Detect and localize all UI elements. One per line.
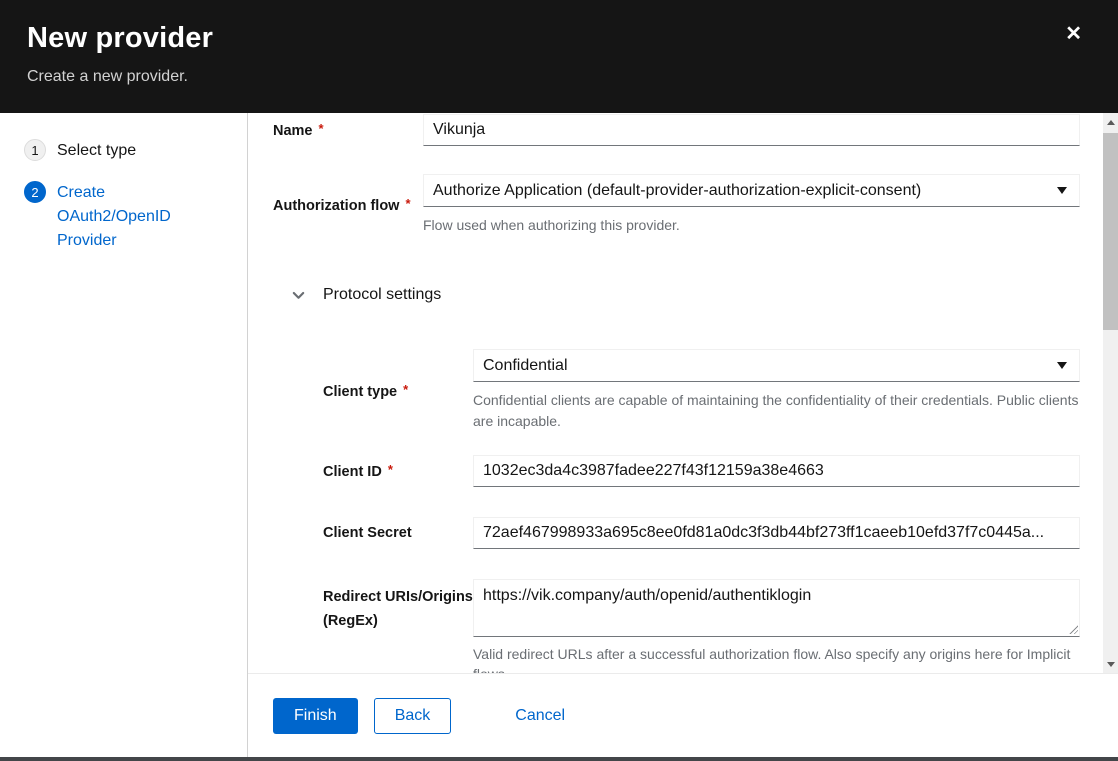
redirect-uris-textarea[interactable]: https://vik.company/auth/openid/authenti… (473, 579, 1080, 637)
redirect-uris-help: Valid redirect URLs after a successful a… (473, 644, 1080, 673)
redirect-uris-field-row: Redirect URIs/Origins (RegEx) https://vi… (248, 579, 1118, 673)
protocol-settings-section: Client type * Confidential Confidential c… (248, 349, 1118, 673)
caret-down-icon (1057, 187, 1067, 194)
redirect-uris-label: Redirect URIs/Origins (RegEx) (323, 579, 473, 633)
provider-form: Name * Authorization flow * Authorize Appl… (248, 113, 1118, 673)
client-secret-label: Client Secret (323, 521, 473, 545)
modal-subtitle: Create a new provider. (27, 68, 1090, 86)
close-icon[interactable]: ✕ (1065, 24, 1082, 44)
label-text: Authorization flow (273, 198, 399, 214)
cancel-button[interactable]: Cancel (511, 698, 569, 734)
selected-option-text: Authorize Application (default-provider-… (433, 182, 921, 200)
required-asterisk: * (319, 121, 324, 136)
wizard-content-pane: Name * Authorization flow * Authorize Appl… (248, 113, 1118, 757)
wizard-sidebar: 1 Select type 2 Create OAuth2/OpenID Pro… (0, 113, 248, 757)
client-secret-input[interactable] (473, 517, 1080, 549)
client-type-help: Confidential clients are capable of main… (473, 390, 1080, 432)
name-field-row: Name * (248, 114, 1118, 146)
client-secret-field-row: Client Secret (248, 517, 1118, 549)
wizard-step-select-type[interactable]: 1 Select type (24, 139, 237, 163)
modal-header: New provider Create a new provider. ✕ (0, 0, 1118, 113)
label-text: Client Secret (323, 525, 412, 541)
authorization-flow-field-row: Authorization flow * Authorize Applicatio… (248, 174, 1118, 236)
modal-body: 1 Select type 2 Create OAuth2/OpenID Pro… (0, 113, 1118, 757)
client-type-select[interactable]: Confidential (473, 349, 1080, 382)
name-label: Name * (273, 117, 423, 143)
modal-footer: Finish Back Cancel (248, 673, 1118, 757)
vertical-scrollbar[interactable] (1103, 113, 1118, 673)
label-text: Name (273, 123, 313, 139)
finish-button[interactable]: Finish (273, 698, 358, 734)
selected-option-text: Confidential (483, 357, 568, 375)
wizard-step-label: Create OAuth2/OpenID Provider (57, 181, 187, 253)
scroll-down-arrow-icon[interactable] (1103, 655, 1118, 673)
client-type-label: Client type * (323, 378, 473, 404)
wizard-step-label: Select type (57, 139, 136, 163)
authorization-flow-help: Flow used when authorizing this provider… (423, 215, 1080, 236)
label-text: Client type (323, 384, 397, 400)
client-id-input[interactable] (473, 455, 1080, 487)
client-id-label: Client ID * (323, 458, 473, 484)
scroll-up-arrow-icon[interactable] (1103, 113, 1118, 131)
scrollbar-thumb[interactable] (1103, 133, 1118, 330)
name-input[interactable] (423, 114, 1080, 146)
back-button[interactable]: Back (374, 698, 452, 734)
caret-down-icon (1057, 362, 1067, 369)
step-number-badge: 2 (24, 181, 46, 203)
background-page-edge (0, 757, 1118, 761)
protocol-settings-toggle[interactable]: Protocol settings (248, 283, 1118, 307)
client-id-field-row: Client ID * (248, 455, 1118, 487)
required-asterisk: * (403, 382, 408, 397)
wizard-step-create-oauth2-provider[interactable]: 2 Create OAuth2/OpenID Provider (24, 181, 237, 253)
modal-title: New provider (27, 22, 1090, 55)
authorization-flow-select[interactable]: Authorize Application (default-provider-… (423, 174, 1080, 207)
required-asterisk: * (405, 196, 410, 211)
required-asterisk: * (388, 462, 393, 477)
protocol-settings-label: Protocol settings (323, 286, 441, 304)
new-provider-modal: New provider Create a new provider. ✕ 1 … (0, 0, 1118, 761)
step-number-badge: 1 (24, 139, 46, 161)
authorization-flow-label: Authorization flow * (273, 192, 423, 218)
client-type-field-row: Client type * Confidential Confidential c… (248, 349, 1118, 432)
chevron-down-icon (291, 288, 306, 303)
label-text: Client ID (323, 464, 382, 480)
label-text: Redirect URIs/Origins (RegEx) (323, 589, 473, 629)
